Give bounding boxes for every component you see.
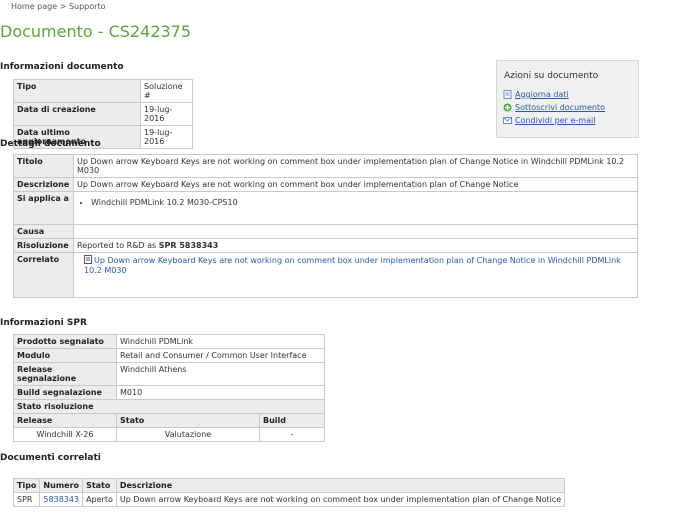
- page-title: Documento - CS242375: [0, 22, 192, 41]
- refresh-data-label: Aggiorna dati: [515, 90, 569, 99]
- breadcrumb-separator: >: [59, 2, 67, 11]
- spr-label: Build segnalazione: [13, 385, 117, 400]
- details-applies-value: Windchill PDMLink 10.2 M030-CPS10: [73, 191, 638, 225]
- refresh-icon: [503, 90, 512, 99]
- related-status: Aperto: [82, 492, 117, 507]
- breadcrumb: Home page > Supporto: [11, 2, 105, 11]
- breadcrumb-current-link[interactable]: Supporto: [69, 2, 106, 11]
- doc-info-label: Tipo: [13, 79, 141, 103]
- resolution-build: -: [259, 427, 325, 442]
- doc-info-heading: Informazioni documento: [0, 62, 124, 72]
- applies-to-item: Windchill PDMLink 10.2 M030-CPS10: [91, 198, 634, 207]
- resolution-status: Valutazione: [116, 427, 260, 442]
- related-number-link[interactable]: 5838343: [43, 495, 79, 504]
- table-row: Si applica a Windchill PDMLink 10.2 M030…: [13, 191, 638, 225]
- resolution-spr: SPR 5838343: [158, 241, 219, 250]
- doc-info-value: Soluzione #: [140, 79, 193, 103]
- table-row: Stato risoluzione: [13, 399, 325, 414]
- spr-value: Windchill Athens: [116, 362, 325, 386]
- spr-value: Windchill PDMLink: [116, 334, 325, 349]
- share-email-label: Condividi per e-mail: [515, 116, 596, 125]
- refresh-data-link[interactable]: Aggiorna dati: [503, 90, 569, 99]
- document-actions-panel: Azioni su documento Aggiorna dati Sottos…: [496, 60, 639, 138]
- related-type: SPR: [12, 492, 41, 507]
- doc-info-value: 19-lug-2016: [140, 125, 193, 149]
- spr-label: Modulo: [13, 348, 117, 363]
- subscribe-icon: [503, 103, 512, 112]
- spr-value: Retail and Consumer / Common User Interf…: [116, 348, 325, 363]
- table-row: Causa: [13, 224, 638, 239]
- table-row: Release Stato Build: [13, 413, 325, 428]
- document-icon: [84, 255, 92, 266]
- details-label: Causa: [13, 224, 74, 239]
- details-resolution-value: Reported to R&D as SPR 5838343: [73, 238, 638, 253]
- details-description-value: Up Down arrow Keyboard Keys are not work…: [73, 177, 638, 192]
- details-label: Risoluzione: [13, 238, 74, 253]
- spr-label: Prodotto segnalato: [13, 334, 117, 349]
- resolution-text: Reported to R&D as: [77, 241, 159, 250]
- table-row: SPR 5838343 Aperto Up Down arrow Keyboar…: [12, 492, 566, 507]
- doc-info-label: Data di creazione: [13, 102, 141, 126]
- table-row: Titolo Up Down arrow Keyboard Keys are n…: [13, 154, 638, 178]
- column-header: Tipo: [12, 478, 41, 493]
- column-header: Stato: [82, 478, 117, 493]
- spr-table: Prodotto segnalato Windchill PDMLink Mod…: [13, 334, 325, 442]
- details-label: Titolo: [13, 154, 74, 178]
- related-description: Up Down arrow Keyboard Keys are not work…: [115, 492, 566, 507]
- column-header: Descrizione: [115, 478, 566, 493]
- table-row: Tipo Soluzione #: [13, 79, 193, 103]
- table-row: Correlato Up Down arrow Keyboard Keys ar…: [13, 252, 638, 298]
- table-row: Risoluzione Reported to R&D as SPR 58383…: [13, 238, 638, 253]
- subscribe-document-link[interactable]: Sottoscrivi documento: [503, 103, 605, 112]
- details-label: Correlato: [13, 252, 74, 298]
- column-header: Numero: [39, 478, 84, 493]
- details-table: Titolo Up Down arrow Keyboard Keys are n…: [13, 154, 638, 298]
- table-row: Data di creazione 19-lug-2016: [13, 102, 193, 126]
- table-row: Descrizione Up Down arrow Keyboard Keys …: [13, 177, 638, 192]
- column-header: Build: [259, 413, 325, 428]
- table-row: Prodotto segnalato Windchill PDMLink: [13, 334, 325, 349]
- table-row: Windchill X-26 Valutazione -: [13, 427, 325, 442]
- table-row: Modulo Retail and Consumer / Common User…: [13, 348, 325, 363]
- spr-heading: Informazioni SPR: [0, 318, 87, 328]
- related-docs-heading: Documenti correlati: [0, 453, 101, 463]
- details-label: Si applica a: [13, 191, 74, 225]
- details-title-value: Up Down arrow Keyboard Keys are not work…: [73, 154, 638, 178]
- resolution-status-label: Stato risoluzione: [13, 399, 325, 414]
- subscribe-document-label: Sottoscrivi documento: [515, 103, 605, 112]
- details-related-value: Up Down arrow Keyboard Keys are not work…: [73, 252, 638, 298]
- resolution-release: Windchill X-26: [13, 427, 117, 442]
- details-cause-value: [73, 224, 638, 239]
- table-row: Tipo Numero Stato Descrizione: [12, 478, 566, 493]
- column-header: Stato: [116, 413, 260, 428]
- related-number-cell: 5838343: [39, 492, 84, 507]
- table-row: Build segnalazione M010: [13, 385, 325, 400]
- column-header: Release: [13, 413, 117, 428]
- mail-icon: [503, 116, 512, 125]
- details-heading: Dettagli documento: [0, 139, 101, 149]
- details-label: Descrizione: [13, 177, 74, 192]
- related-docs-table: Tipo Numero Stato Descrizione SPR 583834…: [12, 478, 566, 507]
- share-email-link[interactable]: Condividi per e-mail: [503, 116, 595, 125]
- breadcrumb-home-link[interactable]: Home page: [11, 2, 57, 11]
- related-document-link[interactable]: Up Down arrow Keyboard Keys are not work…: [84, 256, 621, 275]
- table-row: Release segnalazione Windchill Athens: [13, 362, 325, 386]
- actions-heading: Azioni su documento: [504, 71, 599, 81]
- spr-value: M010: [116, 385, 325, 400]
- spr-label: Release segnalazione: [13, 362, 117, 386]
- doc-info-value: 19-lug-2016: [140, 102, 193, 126]
